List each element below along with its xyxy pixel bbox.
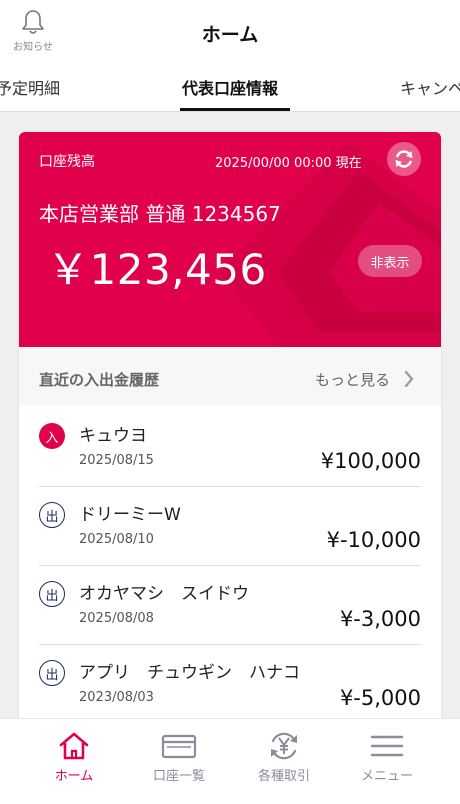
bottom-navigation: ホーム 口座一覧 各種取引 メニュー xyxy=(0,718,460,804)
balance-timestamp: 2025/00/00 00:00 現在 xyxy=(215,156,362,171)
history-header: 直近の入出金履歴 もっと見る xyxy=(19,347,441,405)
tab-campaign[interactable]: キャンペ xyxy=(400,75,460,99)
withdrawal-badge: 出 xyxy=(39,581,65,607)
see-more-link[interactable]: もっと見る xyxy=(315,369,390,390)
transaction-date: 2025/08/15 xyxy=(79,453,154,468)
withdrawal-badge: 出 xyxy=(39,660,65,686)
transaction-name: アプリ チュウギン ハナコ xyxy=(79,663,300,683)
transaction-amount: ¥-3,000 xyxy=(339,607,421,631)
refresh-icon xyxy=(395,150,413,168)
account-card: 口座残高 2025/00/00 00:00 現在 本店営業部 普通 123456… xyxy=(19,132,441,752)
transaction-name: キュウヨ xyxy=(79,426,147,446)
transaction-date: 2025/08/10 xyxy=(79,532,154,547)
account-info: 本店営業部 普通 1234567 xyxy=(39,202,281,226)
nav-accounts-label: 口座一覧 xyxy=(152,769,205,784)
transaction-name: ドリーミーW xyxy=(79,505,181,525)
transaction-amount: ¥-10,000 xyxy=(326,528,421,552)
nav-menu[interactable]: メニュー xyxy=(337,731,437,784)
transaction-name: オカヤマシ スイドウ xyxy=(79,584,249,604)
balance-label: 口座残高 xyxy=(39,154,95,170)
tab-main-account[interactable]: 代表口座情報 xyxy=(0,75,460,99)
card-icon xyxy=(161,734,197,759)
transaction-date: 2023/08/03 xyxy=(79,690,154,705)
nav-transactions[interactable]: 各種取引 xyxy=(234,731,334,784)
nav-home[interactable]: ホーム xyxy=(24,731,124,784)
hide-balance-button[interactable]: 非表示 xyxy=(358,245,422,277)
transaction-amount: ¥-5,000 xyxy=(339,686,421,710)
yen-exchange-icon xyxy=(271,732,297,760)
tab-bar: 予定明細 代表口座情報 キャンペ xyxy=(0,64,460,112)
transaction-amount: ¥100,000 xyxy=(320,449,421,473)
nav-home-label: ホーム xyxy=(54,769,94,784)
page-title: ホーム xyxy=(201,24,259,46)
withdrawal-badge: 出 xyxy=(39,502,65,528)
transaction-row[interactable]: 出 ドリーミーW 2025/08/10 ¥-10,000 xyxy=(39,488,421,566)
history-title: 直近の入出金履歴 xyxy=(39,371,160,389)
active-tab-indicator xyxy=(180,108,290,111)
nav-menu-label: メニュー xyxy=(360,769,413,784)
transaction-date: 2025/08/08 xyxy=(79,611,154,626)
balance-amount: ￥123,456 xyxy=(47,245,267,294)
chevron-right-icon[interactable] xyxy=(403,369,415,389)
home-icon xyxy=(59,732,89,760)
menu-icon xyxy=(370,735,404,757)
transaction-row[interactable]: 出 アプリ チュウギン ハナコ 2023/08/03 ¥-5,000 xyxy=(39,646,421,724)
app-header: お知らせ ホーム xyxy=(0,0,460,64)
refresh-button[interactable] xyxy=(387,142,421,176)
nav-accounts[interactable]: 口座一覧 xyxy=(129,731,229,784)
deposit-badge: 入 xyxy=(39,423,65,449)
balance-panel: 口座残高 2025/00/00 00:00 現在 本店営業部 普通 123456… xyxy=(19,132,441,347)
transaction-row[interactable]: 出 オカヤマシ スイドウ 2025/08/08 ¥-3,000 xyxy=(39,567,421,645)
nav-transactions-label: 各種取引 xyxy=(257,769,310,784)
transaction-row[interactable]: 入 キュウヨ 2025/08/15 ¥100,000 xyxy=(39,409,421,487)
